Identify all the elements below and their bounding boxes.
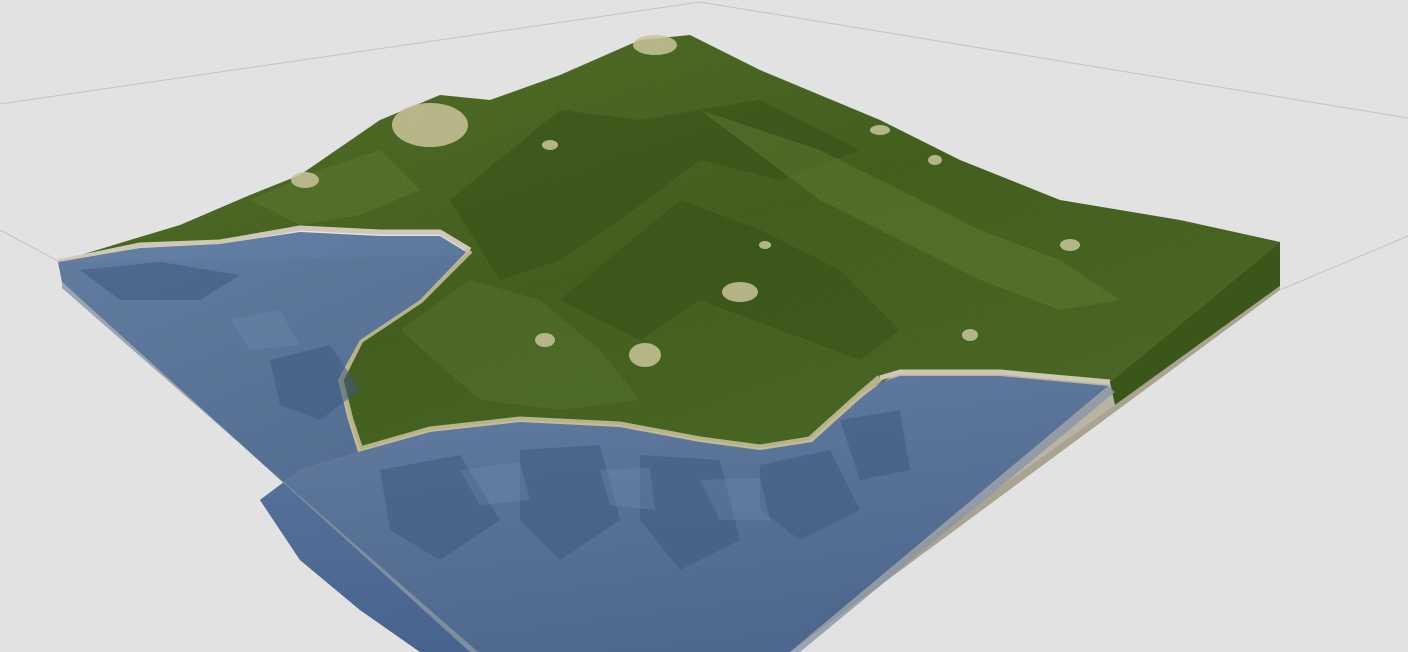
3d-viewport[interactable] — [0, 0, 1408, 652]
terrain-scene[interactable] — [0, 0, 1408, 652]
